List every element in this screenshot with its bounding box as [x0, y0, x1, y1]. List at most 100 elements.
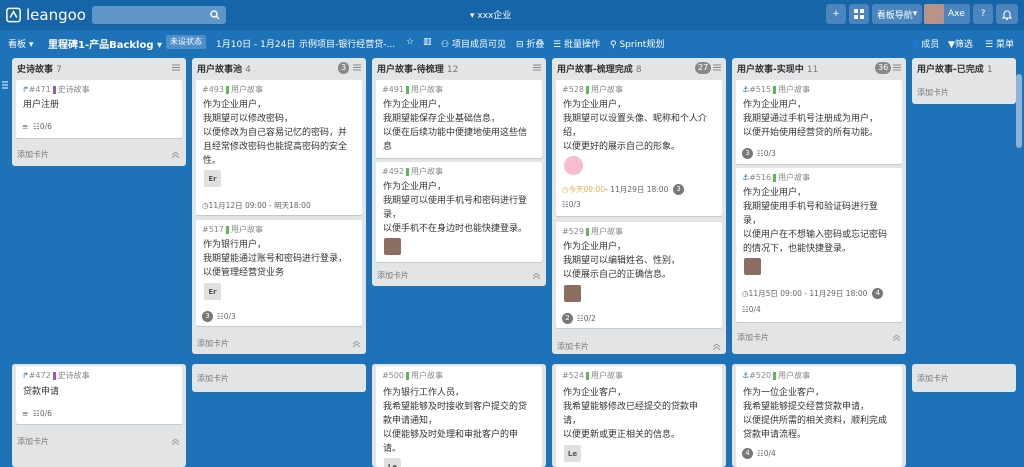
collapse-icon[interactable] [533, 273, 540, 279]
collapse-icon[interactable] [172, 439, 179, 445]
add-card-button[interactable]: 添加卡片 [917, 373, 949, 384]
card-528[interactable]: #528 用户故事 作为企业用户， 我期望可以设置头像、昵称和个人介 绍， 以便更… [556, 80, 722, 216]
card-type: 用户故事 [590, 85, 623, 94]
avatar[interactable]: Le [384, 458, 401, 467]
add-card-button[interactable]: 添加卡片 [17, 149, 49, 160]
card-520[interactable]: ⚓ #520 用户故事 作为一位企业客户， 我希望能够提交经营贷款申请， 以便提供… [736, 366, 902, 467]
visibility-button[interactable]: ⚇ 项目成员可见 [441, 37, 506, 50]
collapse-icon[interactable] [713, 344, 720, 350]
card-id: #528 用户故事 [562, 84, 623, 95]
list-in-progress: 用户故事-实现中 11 36 ⚓ #515 用户故事 作为企业用户， 我期望通过手… [732, 58, 906, 354]
card-492[interactable]: #492 用户故事 作为企业用户， 我期望可以使用手机号和密码进行登 录， 以便手… [376, 162, 542, 262]
anchor-icon: ⚓ [742, 85, 750, 94]
avatar[interactable]: Le [564, 445, 581, 462]
project-link[interactable]: 示例项目-银行经营贷-... [299, 37, 395, 50]
collapse-icon[interactable] [172, 152, 179, 158]
card-type: 用户故事 [410, 371, 443, 380]
status-badge[interactable]: 未设状态 [166, 35, 206, 49]
vertical-scrollbar[interactable] [1016, 74, 1022, 148]
add-card-button[interactable]: 添加卡片 [737, 332, 769, 343]
company-switcher[interactable]: ▾ xxx企业 [470, 8, 511, 21]
card-line: 我期望能保存企业基础信息， [383, 114, 501, 124]
list-title[interactable]: 用户故事-已完成 1 [917, 62, 993, 75]
collapse-icon[interactable] [893, 335, 900, 341]
board-menu[interactable]: 看板 ▾ [8, 37, 33, 50]
add-card-button[interactable]: 添加卡片 [377, 270, 409, 281]
card-text: 作为企业客户， 我希望能够修改已经提交的贷款申 请， 以便更新或更正相关的信息。 [563, 386, 698, 442]
card-line: 请。 [383, 444, 402, 454]
card-line: 的情况下，也能快捷登录。 [743, 244, 852, 254]
card-type: 用户故事 [778, 85, 811, 94]
due-text: 11月12日 09:00 - 明天18:00 [208, 201, 311, 210]
list-title[interactable]: 史诗故事 7 [17, 62, 62, 75]
list-menu-icon[interactable] [533, 64, 541, 71]
epic-arrow-icon: ↱ [22, 85, 29, 94]
avatar[interactable] [384, 238, 401, 255]
card-meta: 3 ☷ 0/3 [202, 311, 236, 322]
card-id: #493 用户故事 [202, 84, 263, 95]
company-name: xxx企业 [477, 11, 512, 21]
side-panel-icon[interactable] [1, 81, 9, 89]
add-card-button[interactable]: 添加卡片 [17, 436, 49, 447]
avatar[interactable]: Er [204, 170, 221, 187]
filter-button[interactable]: ▼筛选 [948, 37, 973, 50]
card-493[interactable]: #493 用户故事 作为企业用户， 我期望可以修改密码， 以便修改为自己容易记忆的… [196, 80, 362, 215]
card-meta: ☷ 0/3 [562, 200, 581, 209]
notifications-button[interactable] [996, 4, 1018, 24]
card-type: 用户故事 [230, 85, 263, 94]
card-471[interactable]: ↱ #471 史诗故事 用户注册 ≡ ☷ 0/6 [16, 80, 182, 138]
list-title[interactable]: 用户故事-实现中 11 [737, 62, 818, 75]
members-button[interactable]: 👤成员 [910, 37, 939, 50]
avatar[interactable] [564, 156, 583, 175]
add-card-button[interactable]: 添加卡片 [557, 341, 589, 352]
menu-button[interactable]: ☰ 菜单 [985, 37, 1014, 50]
epic-type-marker [52, 371, 56, 380]
list-menu-icon[interactable] [713, 64, 721, 71]
board-nav-button[interactable]: 看板导航 ▾ [872, 4, 922, 24]
list-groomed: 用户故事-梳理完成 8 27 #528 用户故事 作为企业用户， 我期望可以设置头… [552, 58, 726, 354]
card-516[interactable]: ⚓ #516 用户故事 作为企业用户， 我期望使用手机号和验证码进行登 录， 以便… [736, 168, 902, 322]
list-title[interactable]: 用户故事-待梳理 12 [377, 62, 458, 75]
date-range[interactable]: 1月10日 - 1月24日 [216, 37, 295, 50]
card-id-text: #492 [382, 167, 404, 176]
app-logo[interactable]: leangoo [6, 5, 86, 25]
list-title-text: 用户故事-实现中 [737, 65, 804, 75]
avatar[interactable] [564, 285, 581, 302]
sprint-button[interactable]: ⚲ Sprint规划 [610, 37, 664, 50]
avatar[interactable] [744, 258, 761, 275]
menu-label: 菜单 [995, 40, 1014, 50]
milestone-selector[interactable]: 里程碑1-产品Backlog ▾ [48, 36, 162, 51]
card-meta: ≡ ☷ 0/6 [22, 409, 52, 418]
grid-button[interactable] [849, 4, 869, 24]
add-button[interactable]: + [826, 4, 846, 24]
add-card-button[interactable]: 添加卡片 [197, 373, 229, 384]
chart-icon[interactable]: ▥ [423, 37, 432, 47]
search-icon[interactable] [210, 10, 220, 20]
search-input[interactable] [92, 6, 226, 24]
card-472[interactable]: ↱ #472 史诗故事 贷款申请 ≡ ☷ 0/6 [16, 366, 182, 424]
card-529[interactable]: #529 用户故事 作为企业用户， 我期望可以编辑姓名、性别， 以便展示自己的正确… [556, 222, 722, 328]
card-517[interactable]: #517 用户故事 作为银行用户， 我期望能通过账号和密码进行登录， 以便管理经营… [196, 220, 362, 326]
fold-button[interactable]: ⊟ 折叠 [516, 37, 544, 50]
checklist-count: 0/6 [39, 122, 52, 131]
card-515[interactable]: ⚓ #515 用户故事 作为企业用户， 我期望通过手机号注册成为用户， 以便开始使… [736, 80, 902, 164]
card-id: ↱ #472 史诗故事 [22, 370, 90, 381]
list-menu-icon[interactable] [353, 64, 361, 71]
card-500[interactable]: #500 用户故事 作为银行工作人员， 我希望能够及时接收到客户提交的贷 款申请通… [376, 366, 542, 467]
add-card-button[interactable]: 添加卡片 [917, 87, 949, 98]
user-menu[interactable]: Axe [924, 4, 970, 24]
card-524[interactable]: #524 用户故事 作为企业客户， 我希望能够修改已经提交的贷款申 请， 以便更新… [556, 366, 722, 467]
list-groomed-lower: #524 用户故事 作为企业客户， 我希望能够修改已经提交的贷款申 请， 以便更新… [552, 364, 726, 467]
batch-button[interactable]: ☰ 批量操作 [553, 37, 600, 50]
help-button[interactable]: ? [973, 4, 993, 24]
card-491[interactable]: #491 用户故事 作为企业用户， 我期望能保存企业基础信息， 以便在后续功能中便… [376, 80, 542, 158]
batch-label: 批量操作 [563, 40, 600, 50]
add-card-button[interactable]: 添加卡片 [197, 338, 229, 349]
star-icon[interactable]: ☆ [406, 37, 414, 47]
collapse-icon[interactable] [353, 341, 360, 347]
list-menu-icon[interactable] [172, 64, 180, 71]
avatar[interactable]: Er [204, 283, 221, 300]
list-menu-icon[interactable] [893, 64, 901, 71]
list-title[interactable]: 用户故事-梳理完成 8 [557, 62, 642, 75]
list-title[interactable]: 用户故事池 4 [197, 62, 251, 75]
